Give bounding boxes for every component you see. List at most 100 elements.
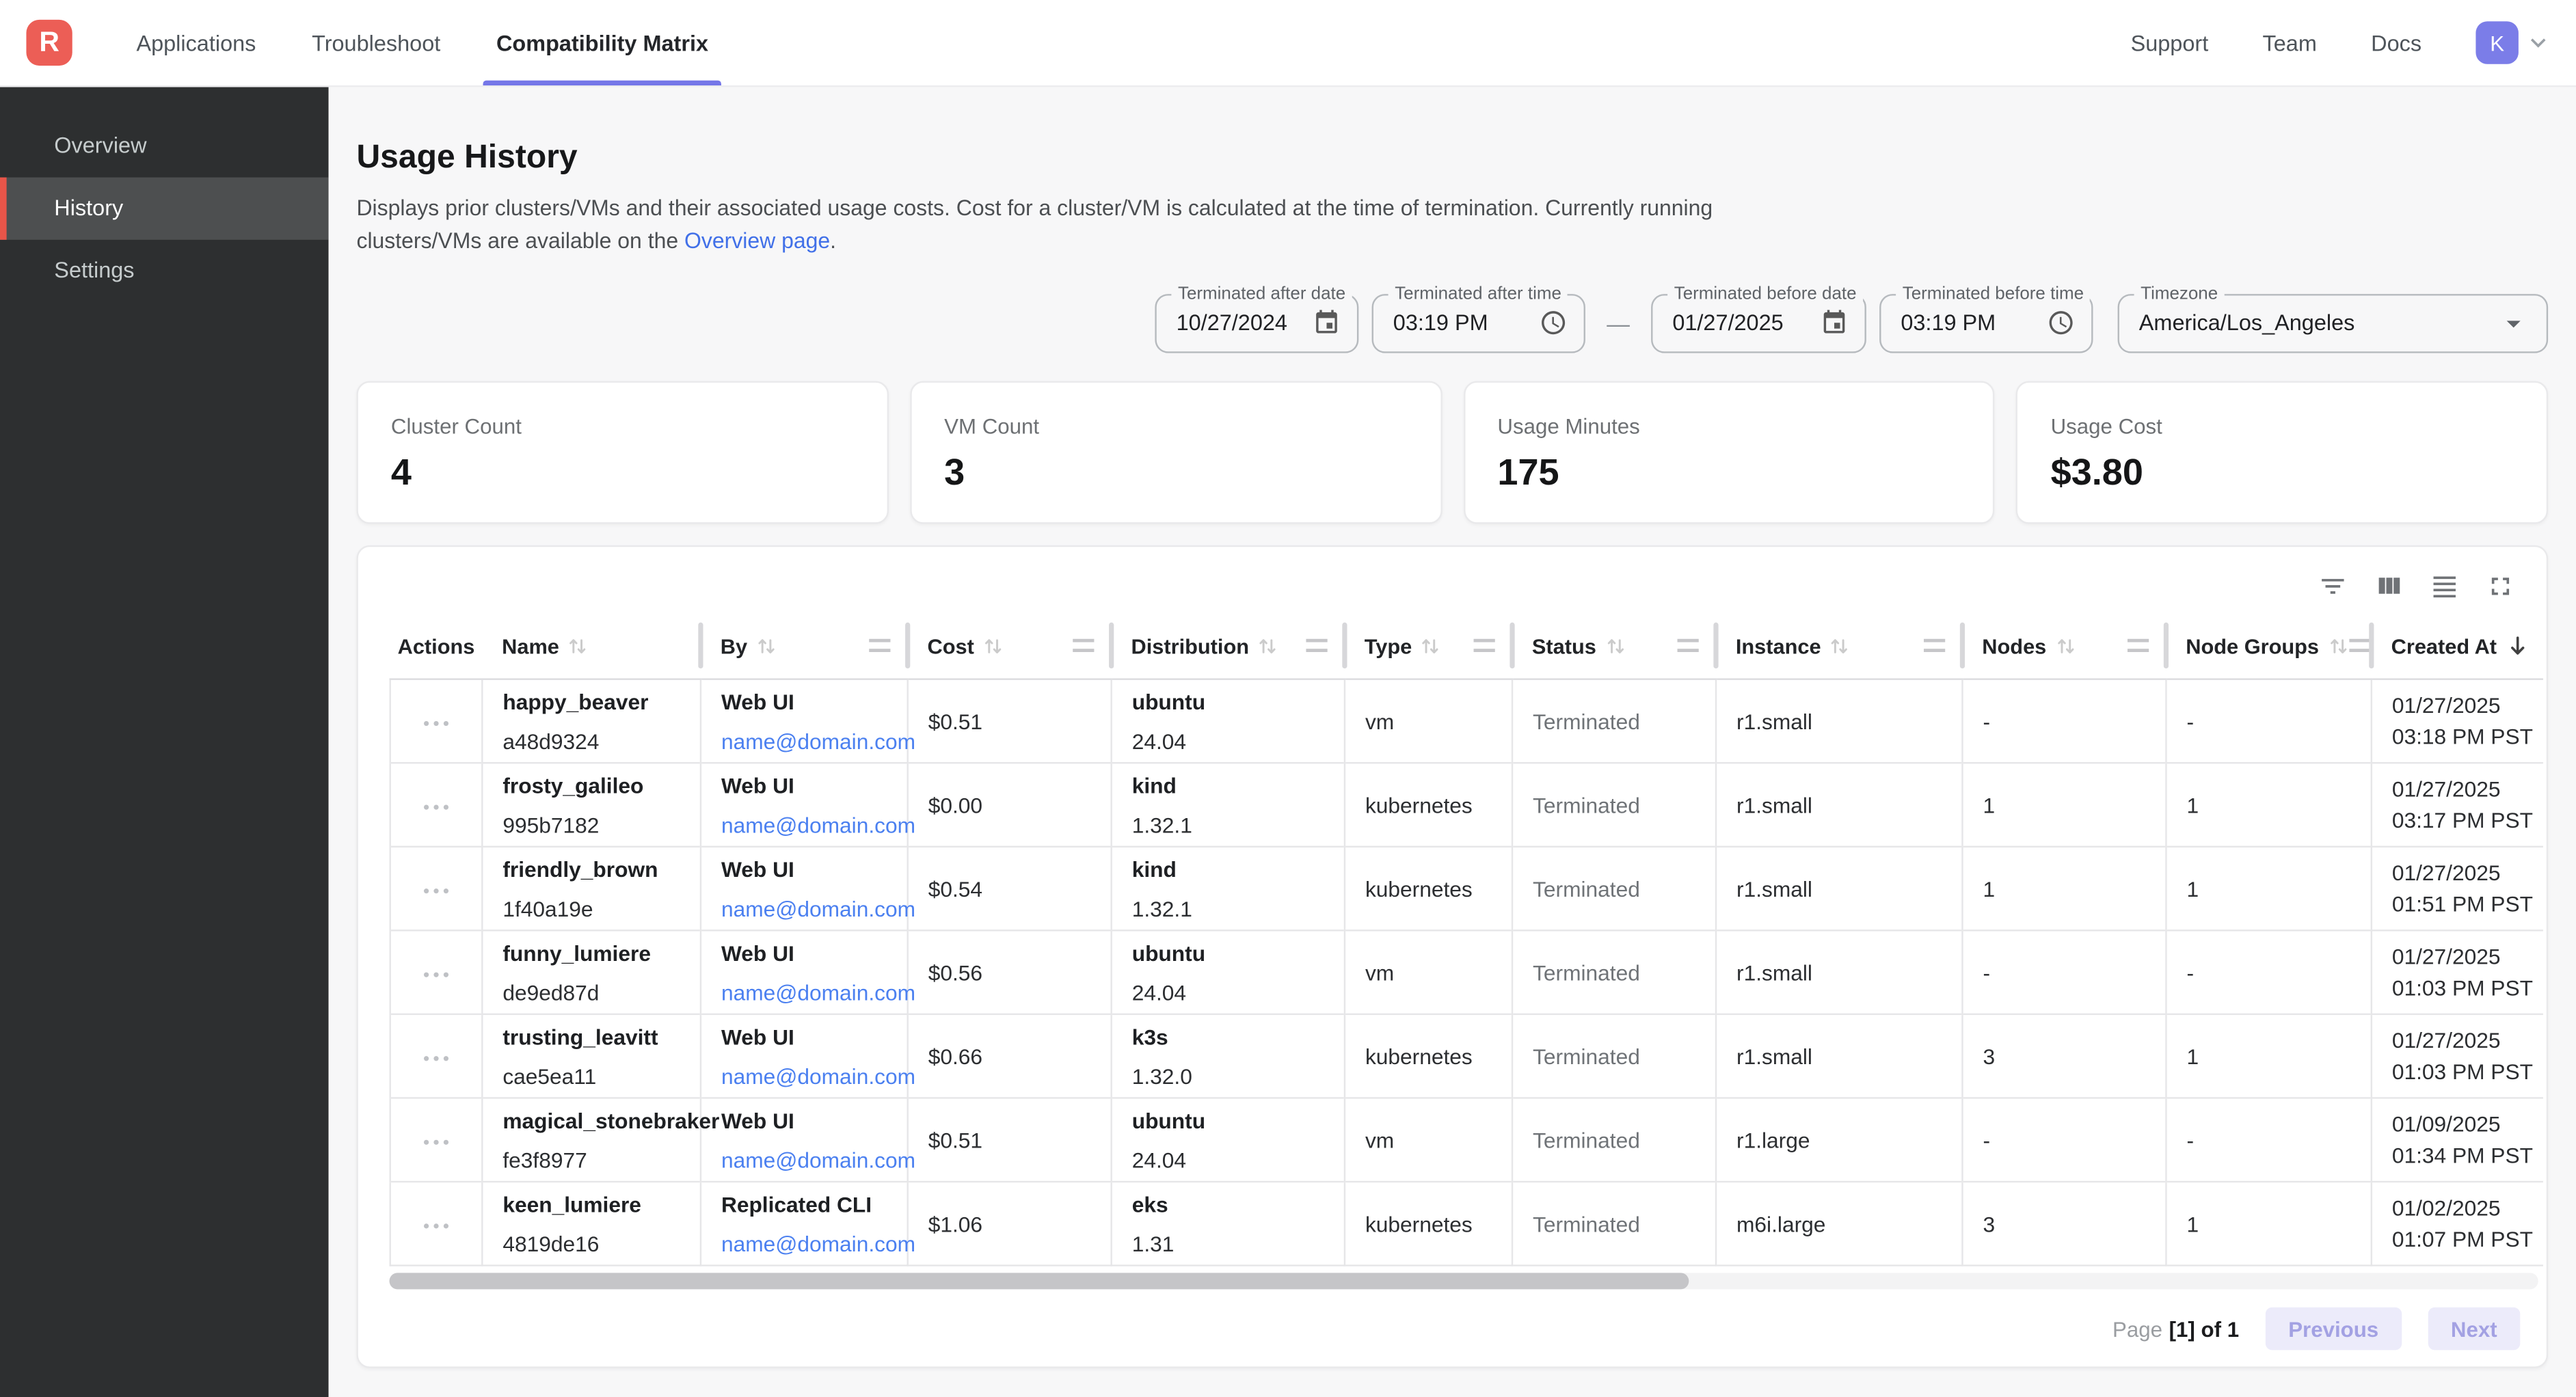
- sort-icon[interactable]: [982, 635, 1004, 656]
- clock-icon[interactable]: [2047, 309, 2075, 337]
- cluster-id: de9ed87d: [502, 979, 686, 1004]
- row-actions-button[interactable]: [414, 710, 459, 735]
- nav-link-support[interactable]: Support: [2131, 30, 2209, 55]
- sort-desc-icon[interactable]: [2505, 633, 2530, 657]
- sort-icon[interactable]: [1257, 635, 1278, 656]
- tab-applications[interactable]: Applications: [123, 0, 269, 85]
- row-actions-button[interactable]: [414, 1213, 459, 1238]
- row-actions-button[interactable]: [414, 878, 459, 903]
- description-end: .: [830, 228, 836, 253]
- cluster-id: 1f40a19e: [502, 896, 686, 921]
- row-actions-button[interactable]: [414, 962, 459, 987]
- stat-card-usage-cost: Usage Cost $3.80: [2016, 381, 2548, 524]
- creator-email-link[interactable]: name@domain.com: [721, 1063, 894, 1088]
- column-resize-grip[interactable]: [2348, 639, 2370, 652]
- column-header-name[interactable]: Name: [482, 612, 701, 679]
- creator-email-link[interactable]: name@domain.com: [721, 896, 894, 921]
- cluster-name: friendly_brown: [502, 856, 686, 881]
- calendar-icon[interactable]: [1821, 309, 1849, 337]
- top-nav: R Applications Troubleshoot Compatibilit…: [0, 0, 2576, 87]
- chevron-down-icon[interactable]: [2523, 28, 2553, 57]
- calendar-icon[interactable]: [1313, 309, 1341, 337]
- column-resize-grip[interactable]: [1305, 639, 1326, 652]
- distribution-version: 1.32.0: [1132, 1063, 1331, 1088]
- stat-value: 4: [391, 452, 854, 494]
- sort-icon[interactable]: [2054, 635, 2076, 656]
- cluster-name: frosty_galileo: [502, 773, 686, 798]
- next-page-button[interactable]: Next: [2428, 1307, 2520, 1350]
- terminated-before-time-input[interactable]: Terminated before time 03:19 PM: [1879, 293, 2093, 353]
- node-groups-value: -: [2186, 709, 2194, 733]
- column-resize-grip[interactable]: [1473, 639, 1494, 652]
- sidebar-item-settings[interactable]: Settings: [0, 240, 329, 302]
- column-resize-grip[interactable]: [1676, 639, 1698, 652]
- nav-link-team[interactable]: Team: [2263, 30, 2317, 55]
- cost-value: $0.56: [928, 960, 982, 985]
- creator-email-link[interactable]: name@domain.com: [721, 1231, 894, 1256]
- stat-card-cluster-count: Cluster Count 4: [356, 381, 888, 524]
- column-header-instance[interactable]: Instance: [1716, 612, 1962, 679]
- tab-compatibility-matrix[interactable]: Compatibility Matrix: [483, 0, 721, 85]
- sidebar-item-history[interactable]: History: [0, 178, 329, 240]
- row-actions-button[interactable]: [414, 1046, 459, 1071]
- column-header-cost[interactable]: Cost: [908, 612, 1112, 679]
- tab-troubleshoot[interactable]: Troubleshoot: [299, 0, 454, 85]
- dropdown-caret-icon[interactable]: [2497, 306, 2530, 339]
- created-at-value: 01/27/202501:51 PM PST: [2392, 857, 2530, 919]
- timezone-label: Timezone: [2134, 284, 2225, 303]
- terminated-after-date-input[interactable]: Terminated after date 10/27/2024: [1155, 293, 1358, 353]
- main-content: Usage History Displays prior clusters/VM…: [329, 87, 2576, 1397]
- columns-icon[interactable]: [2365, 563, 2411, 609]
- date-range-separator: —: [1598, 310, 1638, 336]
- terminated-after-time-input[interactable]: Terminated after time 03:19 PM: [1372, 293, 1585, 353]
- density-icon[interactable]: [2421, 563, 2467, 609]
- type-value: kubernetes: [1365, 792, 1473, 817]
- row-actions-button[interactable]: [414, 794, 459, 819]
- stat-cards: Cluster Count 4 VM Count 3 Usage Minutes…: [356, 381, 2548, 524]
- column-resize-grip[interactable]: [1923, 639, 1944, 652]
- creator-email-link[interactable]: name@domain.com: [721, 729, 894, 753]
- created-by: Web UI: [721, 940, 894, 965]
- column-label: By: [721, 633, 747, 657]
- column-header-created-at[interactable]: Created At: [2372, 612, 2543, 679]
- column-header-nodes[interactable]: Nodes: [1962, 612, 2166, 679]
- previous-page-button[interactable]: Previous: [2266, 1307, 2402, 1350]
- cost-value: $0.54: [928, 876, 982, 901]
- column-resize-grip[interactable]: [868, 639, 889, 652]
- creator-email-link[interactable]: name@domain.com: [721, 1148, 894, 1172]
- page-title: Usage History: [356, 138, 2548, 178]
- clock-icon[interactable]: [1540, 309, 1568, 337]
- row-actions-button[interactable]: [414, 1129, 459, 1154]
- terminated-before-date-input[interactable]: Terminated before date 01/27/2025: [1651, 293, 1866, 353]
- sort-icon[interactable]: [2327, 635, 2348, 656]
- column-header-distribution[interactable]: Distribution: [1112, 612, 1345, 679]
- column-header-node-groups[interactable]: Node Groups: [2166, 612, 2371, 679]
- column-header-by[interactable]: By: [701, 612, 908, 679]
- node-groups-value: 1: [2186, 792, 2199, 817]
- filter-icon[interactable]: [2310, 563, 2356, 609]
- avatar[interactable]: K: [2476, 21, 2518, 64]
- sort-icon[interactable]: [567, 635, 589, 656]
- horizontal-scrollbar[interactable]: [390, 1273, 2538, 1289]
- terminated-after-time-label: Terminated after time: [1388, 284, 1568, 303]
- sort-icon[interactable]: [1420, 635, 1441, 656]
- scrollbar-thumb[interactable]: [390, 1273, 1690, 1289]
- sidebar-item-overview[interactable]: Overview: [0, 115, 329, 177]
- column-resize-grip[interactable]: [1072, 639, 1093, 652]
- table-row: magical_stonebrakerfe3f8977Web UIname@do…: [390, 1098, 2543, 1182]
- nav-link-docs[interactable]: Docs: [2371, 30, 2421, 55]
- creator-email-link[interactable]: name@domain.com: [721, 979, 894, 1004]
- fullscreen-icon[interactable]: [2478, 563, 2523, 609]
- created-by: Web UI: [721, 1108, 894, 1132]
- sort-icon[interactable]: [1829, 635, 1851, 656]
- sort-icon[interactable]: [1605, 635, 1626, 656]
- timezone-select[interactable]: Timezone America/Los_Angeles: [2118, 293, 2549, 353]
- page-indicator: [1] of 1: [2169, 1316, 2239, 1341]
- app-logo[interactable]: R: [26, 20, 72, 66]
- overview-page-link[interactable]: Overview page: [684, 228, 830, 253]
- column-resize-grip[interactable]: [2127, 639, 2148, 652]
- sort-icon[interactable]: [755, 635, 777, 656]
- column-header-status[interactable]: Status: [1512, 612, 1716, 679]
- column-header-type[interactable]: Type: [1345, 612, 1512, 679]
- creator-email-link[interactable]: name@domain.com: [721, 812, 894, 837]
